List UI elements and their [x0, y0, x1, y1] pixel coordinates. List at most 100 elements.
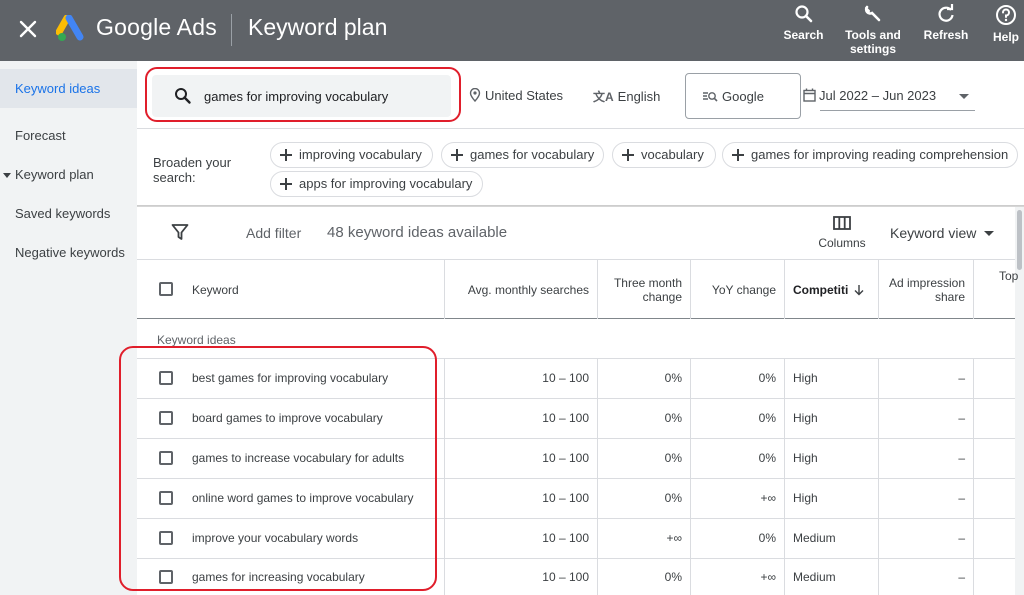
broaden-chip[interactable]: games for improving reading comprehensio… [722, 142, 1018, 168]
plus-icon [280, 149, 292, 161]
ad-impression-share-cell: – [878, 558, 973, 595]
brand-name: Google Ads [96, 14, 217, 40]
avg-searches-cell: 10 – 100 [444, 439, 597, 478]
keyword-view-dropdown[interactable]: Keyword view [890, 225, 995, 241]
three-month-change-cell: 0% [597, 399, 690, 438]
network-filter-button[interactable]: Google [685, 73, 801, 119]
table-header: Keyword Avg. monthly searches Three mont… [137, 259, 1018, 319]
columns-button[interactable]: Columns [814, 216, 870, 250]
refresh-label: Refresh [923, 28, 969, 42]
location-label: United States [485, 88, 564, 103]
yoy-change-cell: +∞ [690, 558, 784, 595]
search-button[interactable]: Search [781, 4, 826, 42]
competition-cell: Medium [784, 519, 878, 558]
column-header-keyword[interactable]: Keyword [192, 260, 442, 319]
column-header-three-month-change[interactable]: Three month change [597, 260, 690, 319]
refresh-icon [938, 4, 954, 22]
top-cell [973, 479, 1015, 518]
column-header-top[interactable]: Top [973, 260, 1018, 319]
date-underline [820, 110, 975, 111]
column-header-competition[interactable]: Competiti [784, 260, 878, 319]
three-month-change-cell: 0% [597, 479, 690, 518]
sidebar-item-label: Keyword plan [15, 167, 94, 182]
ad-impression-share-cell: – [878, 519, 973, 558]
competition-cell: High [784, 359, 878, 398]
broaden-chip[interactable]: improving vocabulary [270, 142, 433, 168]
chip-label: vocabulary [641, 147, 704, 162]
yoy-change-cell: 0% [690, 519, 784, 558]
chip-label: improving vocabulary [299, 147, 422, 162]
sidebar: Keyword ideas Forecast Keyword plan Save… [0, 61, 137, 595]
search-network-icon [703, 92, 718, 102]
highlight-annotation [145, 67, 461, 122]
language-label: English [617, 89, 661, 104]
column-header-yoy-change[interactable]: YoY change [690, 260, 784, 319]
competition-cell: High [784, 399, 878, 438]
yoy-change-cell: +∞ [690, 479, 784, 518]
broaden-chip[interactable]: games for vocabulary [441, 142, 604, 168]
competition-cell: High [784, 439, 878, 478]
calendar-icon [803, 88, 816, 102]
chip-label: games for improving reading comprehensio… [751, 147, 1009, 162]
plus-icon [732, 149, 744, 161]
page-title: Keyword plan [248, 14, 388, 40]
network-label: Google [722, 89, 764, 104]
close-icon[interactable] [17, 18, 39, 40]
plus-icon [451, 149, 463, 161]
tools-and-settings-label: Tools and settings [845, 28, 901, 56]
divider [231, 14, 232, 46]
scrollbar-thumb[interactable] [1017, 210, 1022, 270]
refresh-button[interactable]: Refresh [920, 4, 972, 42]
broaden-chip[interactable]: vocabulary [612, 142, 716, 168]
ad-impression-share-cell: – [878, 439, 973, 478]
wrench-icon [864, 5, 881, 22]
caret-down-icon [3, 173, 11, 179]
sidebar-item-saved-keywords[interactable]: Saved keywords [0, 206, 137, 222]
avg-searches-cell: 10 – 100 [444, 479, 597, 518]
sort-arrow-down-icon[interactable] [853, 284, 865, 296]
language-filter[interactable]: 文A English [593, 88, 660, 105]
keyword-view-label: Keyword view [890, 225, 977, 241]
top-cell [973, 558, 1015, 595]
broaden-search-label: Broaden your search: [153, 155, 232, 185]
highlight-annotation [119, 346, 437, 591]
competition-cell: High [784, 479, 878, 518]
search-icon [794, 5, 812, 23]
date-range-selector[interactable]: Jul 2022 – Jun 2023 [803, 88, 936, 103]
date-range-label: Jul 2022 – Jun 2023 [819, 88, 937, 103]
sidebar-item-keyword-ideas[interactable]: Keyword ideas [0, 69, 137, 108]
caret-down-icon [984, 231, 995, 236]
top-cell [973, 519, 1015, 558]
yoy-change-cell: 0% [690, 399, 784, 438]
group-label: Keyword ideas [157, 333, 236, 347]
help-icon [996, 5, 1016, 25]
broaden-chip[interactable]: apps for improving vocabulary [270, 171, 483, 197]
select-all-checkbox[interactable] [159, 282, 173, 296]
column-header-avg-monthly-searches[interactable]: Avg. monthly searches [444, 260, 597, 319]
tools-and-settings-button[interactable]: Tools and settings [842, 4, 904, 56]
three-month-change-cell: 0% [597, 359, 690, 398]
location-filter[interactable]: United States [469, 87, 564, 103]
chip-label: apps for improving vocabulary [299, 176, 473, 191]
top-cell [973, 439, 1015, 478]
dropdown-arrow-icon[interactable] [959, 94, 969, 99]
google-ads-logo-icon [56, 15, 84, 41]
help-label: Help [992, 30, 1019, 44]
divider [137, 128, 1024, 129]
ad-impression-share-cell: – [878, 359, 973, 398]
column-header-ad-impression-share[interactable]: Ad impression share [878, 260, 973, 319]
filter-icon[interactable] [171, 223, 189, 241]
top-bar: Google Ads Keyword plan Search Tools and… [0, 0, 1024, 61]
sidebar-item-keyword-plan[interactable]: Keyword plan [0, 167, 137, 183]
add-filter-button[interactable]: Add filter [246, 225, 301, 241]
search-label: Search [783, 28, 824, 42]
columns-icon [833, 216, 851, 230]
sidebar-item-forecast[interactable]: Forecast [0, 128, 137, 144]
competition-cell: Medium [784, 558, 878, 595]
sidebar-item-negative-keywords[interactable]: Negative keywords [0, 245, 137, 261]
help-button[interactable]: Help [988, 4, 1024, 44]
competition-header-label: Competiti [793, 282, 849, 297]
avg-searches-cell: 10 – 100 [444, 359, 597, 398]
yoy-change-cell: 0% [690, 439, 784, 478]
three-month-change-cell: 0% [597, 439, 690, 478]
